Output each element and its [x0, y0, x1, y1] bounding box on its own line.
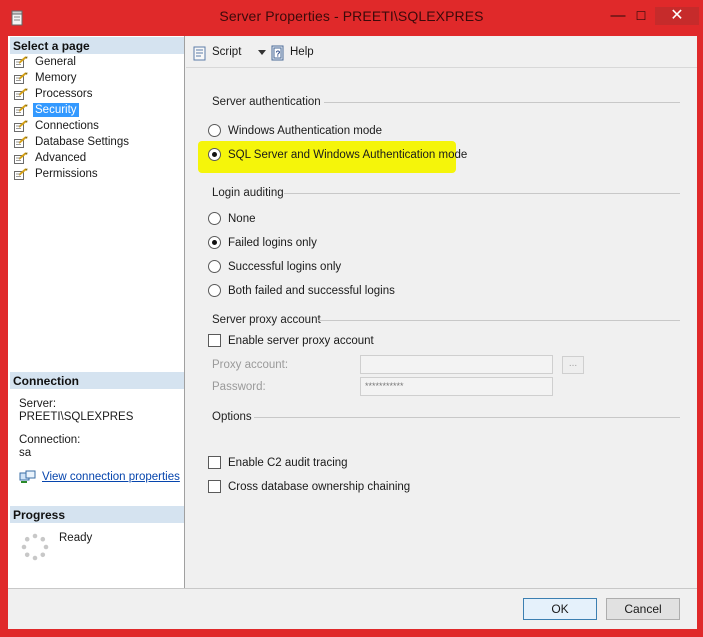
script-label: Script [212, 46, 242, 58]
audit-none-radio[interactable] [208, 212, 221, 225]
ok-button[interactable]: OK [523, 598, 597, 620]
sidebar-item-label: Advanced [35, 152, 87, 164]
dialog-client-area: Select a page General Memory Processors Sec… [8, 36, 697, 629]
help-icon: ? [271, 45, 284, 61]
server-authentication-divider [324, 102, 680, 103]
cancel-button[interactable]: Cancel [606, 598, 680, 620]
connection-value: sa [19, 447, 32, 459]
login-auditing-divider [284, 193, 680, 194]
properties-page-icon [14, 168, 28, 180]
properties-page-icon [14, 120, 28, 132]
sidebar-item-label: Memory [35, 72, 77, 84]
sidebar-item-general[interactable]: General [14, 54, 182, 70]
proxy-account-input[interactable] [360, 355, 553, 374]
title-bar[interactable]: Server Properties - PREETI\SQLEXPRES — ☐… [0, 0, 703, 34]
svg-text:?: ? [276, 50, 281, 59]
progress-header: Progress [10, 506, 184, 523]
sidebar-item-database-settings[interactable]: Database Settings [14, 134, 182, 150]
audit-both-radio[interactable] [208, 284, 221, 297]
audit-successful-label: Successful logins only [228, 261, 342, 273]
sidebar-item-label: Permissions [35, 168, 98, 180]
sidebar-item-processors[interactable]: Processors [14, 86, 182, 102]
sidebar-item-label: General [35, 56, 76, 68]
password-input[interactable]: *********** [360, 377, 553, 396]
cross-db-checkbox[interactable] [208, 480, 221, 493]
audit-successful-radio[interactable] [208, 260, 221, 273]
properties-page-icon [14, 136, 28, 148]
sidebar-item-label: Processors [35, 88, 93, 100]
audit-failed-label: Failed logins only [228, 237, 317, 249]
sidebar: Select a page General Memory Processors Sec… [8, 36, 185, 588]
sidebar-item-label: Security [33, 103, 79, 117]
proxy-browse-button[interactable]: ... [562, 356, 584, 374]
connection-properties-icon [19, 470, 36, 483]
script-icon [193, 46, 206, 61]
properties-page-icon [14, 88, 28, 100]
view-connection-properties-text[interactable]: View connection properties [42, 471, 180, 483]
select-page-header: Select a page [10, 37, 184, 54]
enable-proxy-label: Enable server proxy account [228, 335, 374, 347]
script-button[interactable]: Script [192, 45, 267, 61]
server-label: Server: [19, 398, 57, 410]
enable-proxy-checkbox[interactable] [208, 334, 221, 347]
script-dropdown-chevron-icon[interactable] [257, 47, 267, 57]
sidebar-item-permissions[interactable]: Permissions [14, 166, 182, 182]
sidebar-item-connections[interactable]: Connections [14, 118, 182, 134]
server-proxy-title: Server proxy account [212, 314, 321, 326]
progress-status: Ready [59, 532, 93, 544]
connection-label: Connection: [19, 434, 81, 446]
mixed-auth-label: SQL Server and Windows Authentication mo… [228, 149, 468, 161]
server-authentication-title: Server authentication [212, 96, 321, 108]
windows-auth-label: Windows Authentication mode [228, 125, 383, 137]
login-auditing-title: Login auditing [212, 187, 284, 199]
properties-page-icon [14, 104, 28, 116]
audit-none-label: None [228, 213, 256, 225]
mixed-auth-radio[interactable] [208, 148, 221, 161]
close-button[interactable]: ✕ [655, 7, 699, 25]
options-divider [254, 417, 680, 418]
footer-divider [8, 588, 697, 589]
windows-auth-radio[interactable] [208, 124, 221, 137]
sidebar-item-advanced[interactable]: Advanced [14, 150, 182, 166]
sidebar-item-label: Database Settings [35, 136, 129, 148]
page-list: General Memory Processors Security Connectio… [14, 54, 182, 182]
proxy-account-label: Proxy account: [212, 359, 289, 371]
sidebar-item-label: Connections [35, 120, 99, 132]
audit-both-label: Both failed and successful logins [228, 285, 395, 297]
properties-page-icon [14, 152, 28, 164]
options-title: Options [212, 411, 252, 423]
sidebar-item-memory[interactable]: Memory [14, 70, 182, 86]
server-proxy-divider [318, 320, 680, 321]
progress-spinner-icon [21, 533, 49, 561]
audit-failed-radio[interactable] [208, 236, 221, 249]
maximize-button[interactable]: ☐ [632, 9, 650, 25]
c2-audit-checkbox[interactable] [208, 456, 221, 469]
properties-page-icon [14, 72, 28, 84]
properties-page-icon [14, 56, 28, 68]
help-button[interactable]: ? Help [270, 45, 316, 61]
server-value: PREETI\SQLEXPRES [19, 411, 134, 423]
password-label: Password: [212, 381, 266, 393]
connection-header: Connection [10, 372, 184, 389]
sidebar-item-security[interactable]: Security [14, 102, 182, 118]
help-label: Help [290, 46, 314, 58]
window-title: Server Properties - PREETI\SQLEXPRES [219, 8, 484, 24]
c2-audit-label: Enable C2 audit tracing [228, 457, 348, 469]
toolbar: Script ? Help [186, 36, 697, 68]
cross-db-label: Cross database ownership chaining [228, 481, 411, 493]
minimize-button[interactable]: — [607, 8, 629, 25]
